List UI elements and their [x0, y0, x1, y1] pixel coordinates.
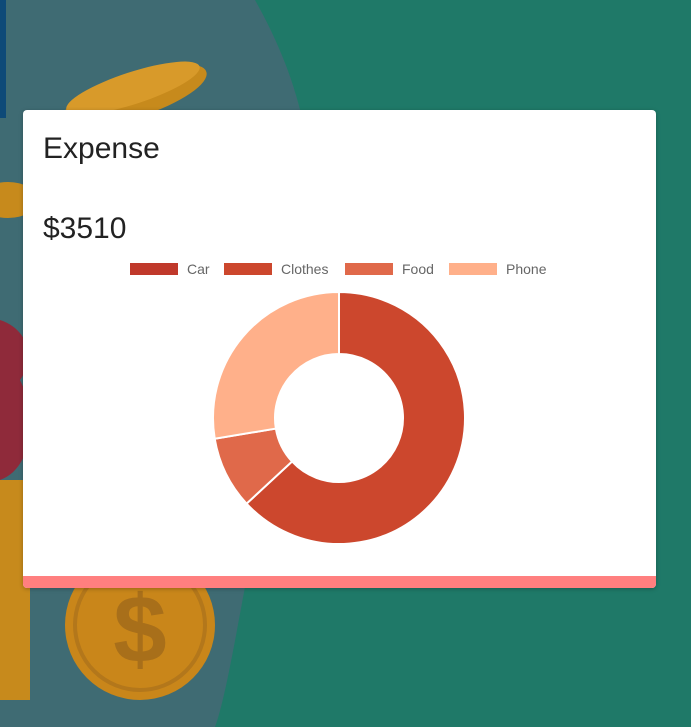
- donut-chart: [212, 290, 466, 545]
- card-title: Expense: [43, 132, 160, 165]
- slice-phone[interactable]: [212, 290, 340, 440]
- chart-legend: Car Clothes Food Phone: [23, 259, 656, 279]
- legend-label-car: Car: [187, 261, 210, 277]
- legend-label-clothes: Clothes: [281, 261, 329, 277]
- blue-panel: [0, 0, 6, 118]
- legend-swatch-car: [130, 263, 178, 275]
- expense-card: Expense $3510 Car Clothes Food Phone: [23, 110, 656, 588]
- legend-label-food: Food: [402, 261, 434, 277]
- app-background: $ Expense $3510 Car Clothes Food Phone: [0, 0, 691, 727]
- dollar-coin-symbol: $: [113, 576, 166, 683]
- legend-item-car[interactable]: Car: [130, 259, 210, 279]
- expense-total: $3510: [43, 212, 127, 245]
- legend-item-clothes[interactable]: Clothes: [224, 259, 328, 279]
- legend-label-phone: Phone: [506, 261, 547, 277]
- legend-swatch-food: [345, 263, 393, 275]
- card-footer-bar: [23, 576, 656, 588]
- legend-item-phone[interactable]: Phone: [449, 259, 546, 279]
- legend-swatch-phone: [449, 263, 497, 275]
- legend-swatch-clothes: [224, 263, 272, 275]
- legend-item-food[interactable]: Food: [345, 259, 434, 279]
